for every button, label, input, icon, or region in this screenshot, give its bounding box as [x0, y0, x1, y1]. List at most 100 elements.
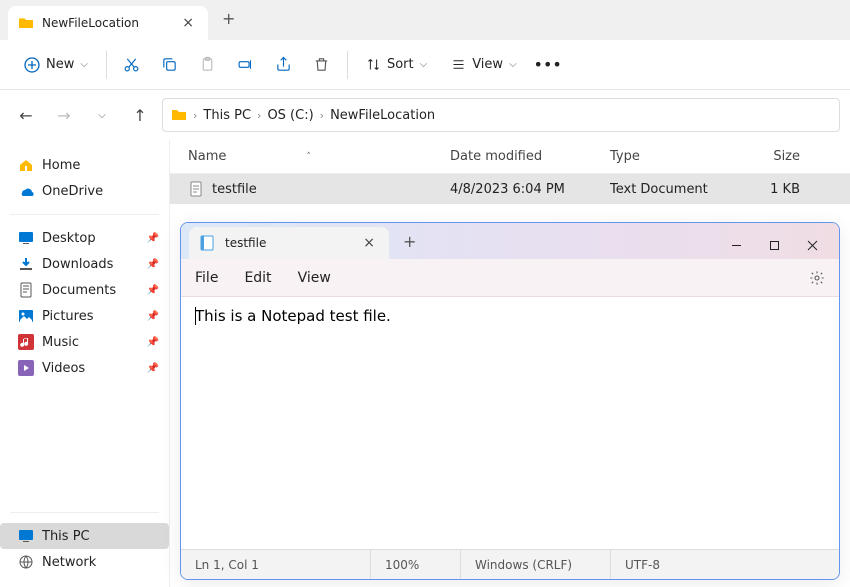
status-encoding: UTF-8	[611, 550, 839, 579]
downloads-icon	[18, 256, 34, 272]
file-row[interactable]: testfile 4/8/2023 6:04 PM Text Document …	[170, 174, 850, 204]
share-button[interactable]	[267, 48, 301, 82]
sort-button[interactable]: Sort ⌵	[356, 51, 437, 78]
notepad-menubar: File Edit View	[181, 259, 839, 297]
music-icon	[18, 334, 34, 350]
column-name[interactable]: Name˄	[180, 149, 450, 164]
navigation-row: ← → ⌵ ↑ › This PC › OS (C:) › NewFileLoc…	[0, 90, 850, 140]
notepad-status-bar: Ln 1, Col 1 100% Windows (CRLF) UTF-8	[181, 549, 839, 579]
menu-edit[interactable]: Edit	[244, 270, 271, 286]
address-bar[interactable]: › This PC › OS (C:) › NewFileLocation	[162, 98, 840, 132]
chevron-right-icon: ›	[193, 109, 197, 122]
column-type[interactable]: Type	[610, 149, 730, 164]
pin-icon: 📌	[147, 285, 159, 296]
desktop-icon	[18, 230, 34, 246]
pin-icon: 📌	[147, 363, 159, 374]
back-button[interactable]: ←	[10, 99, 42, 131]
close-tab-icon[interactable]: ×	[182, 15, 194, 31]
file-name: testfile	[212, 182, 257, 197]
status-line-ending: Windows (CRLF)	[461, 550, 611, 579]
breadcrumb-item[interactable]: NewFileLocation	[330, 108, 435, 123]
file-type: Text Document	[610, 182, 730, 197]
network-icon	[18, 554, 34, 570]
text-file-icon	[188, 181, 204, 197]
folder-icon	[171, 107, 187, 123]
breadcrumb-item[interactable]: This PC	[203, 108, 251, 123]
chevron-right-icon: ›	[320, 109, 324, 122]
columns-header: Name˄ Date modified Type Size	[170, 140, 850, 174]
videos-icon	[18, 360, 34, 376]
settings-button[interactable]	[809, 270, 825, 286]
menu-file[interactable]: File	[195, 270, 218, 286]
forward-button[interactable]: →	[48, 99, 80, 131]
delete-button[interactable]	[305, 48, 339, 82]
up-button[interactable]: ↑	[124, 99, 156, 131]
notepad-tab-title: testfile	[225, 236, 353, 250]
maximize-button[interactable]	[755, 231, 793, 259]
status-position: Ln 1, Col 1	[181, 550, 371, 579]
file-modified: 4/8/2023 6:04 PM	[450, 182, 610, 197]
pin-icon: 📌	[147, 337, 159, 348]
home-icon	[18, 157, 34, 173]
explorer-tab[interactable]: NewFileLocation ×	[8, 6, 208, 40]
navigation-pane: Home OneDrive Desktop📌 Downloads📌 Docume…	[0, 140, 170, 587]
column-size[interactable]: Size	[730, 149, 810, 164]
status-zoom[interactable]: 100%	[371, 550, 461, 579]
copy-button[interactable]	[153, 48, 187, 82]
separator	[347, 51, 348, 79]
onedrive-icon	[18, 183, 34, 199]
nav-desktop[interactable]: Desktop📌	[0, 225, 169, 251]
text-cursor	[195, 307, 196, 325]
documents-icon	[18, 282, 34, 298]
notepad-titlebar[interactable]: testfile × +	[181, 223, 839, 259]
nav-music[interactable]: Music📌	[0, 329, 169, 355]
pin-icon: 📌	[147, 233, 159, 244]
nav-home[interactable]: Home	[0, 152, 169, 178]
nav-videos[interactable]: Videos📌	[0, 355, 169, 381]
nav-onedrive[interactable]: OneDrive	[0, 178, 169, 204]
new-tab-button[interactable]: +	[208, 9, 249, 28]
menu-view[interactable]: View	[298, 270, 331, 286]
pictures-icon	[18, 308, 34, 324]
notepad-window: testfile × + File Edit View This is a No…	[180, 222, 840, 580]
chevron-down-icon: ⌵	[80, 59, 88, 70]
paste-button[interactable]	[191, 48, 225, 82]
cut-button[interactable]	[115, 48, 149, 82]
nav-downloads[interactable]: Downloads📌	[0, 251, 169, 277]
notepad-text-area[interactable]: This is a Notepad test file.	[181, 297, 839, 549]
notepad-tab[interactable]: testfile ×	[189, 227, 389, 259]
tab-title: NewFileLocation	[42, 16, 174, 30]
folder-icon	[18, 15, 34, 31]
separator	[106, 51, 107, 79]
minimize-button[interactable]	[717, 231, 755, 259]
new-icon	[24, 57, 40, 73]
chevron-right-icon: ›	[257, 109, 261, 122]
pc-icon	[18, 528, 34, 544]
chevron-down-icon: ⌵	[420, 59, 428, 70]
command-bar: New ⌵ Sort ⌵ View ⌵ •••	[0, 40, 850, 90]
nav-pictures[interactable]: Pictures📌	[0, 303, 169, 329]
breadcrumb-item[interactable]: OS (C:)	[267, 108, 313, 123]
new-button[interactable]: New ⌵	[14, 51, 98, 79]
text-content: This is a Notepad test file.	[195, 307, 391, 325]
more-button[interactable]: •••	[531, 48, 565, 82]
nav-this-pc[interactable]: This PC	[0, 523, 169, 549]
recent-button[interactable]: ⌵	[86, 99, 118, 131]
pin-icon: 📌	[147, 259, 159, 270]
nav-network[interactable]: Network	[0, 549, 169, 575]
view-button[interactable]: View ⌵	[441, 51, 526, 78]
notepad-new-tab-button[interactable]: +	[389, 232, 430, 251]
sort-indicator-icon: ˄	[306, 152, 311, 162]
rename-button[interactable]	[229, 48, 263, 82]
notepad-tab-close-icon[interactable]: ×	[363, 235, 375, 251]
view-icon	[451, 57, 466, 72]
sort-icon	[366, 57, 381, 72]
nav-documents[interactable]: Documents📌	[0, 277, 169, 303]
file-size: 1 KB	[730, 182, 810, 197]
pin-icon: 📌	[147, 311, 159, 322]
column-modified[interactable]: Date modified	[450, 149, 610, 164]
explorer-tabs-bar: NewFileLocation × +	[0, 0, 850, 40]
notepad-icon	[199, 235, 215, 251]
chevron-down-icon: ⌵	[509, 59, 517, 70]
close-button[interactable]	[793, 231, 831, 259]
